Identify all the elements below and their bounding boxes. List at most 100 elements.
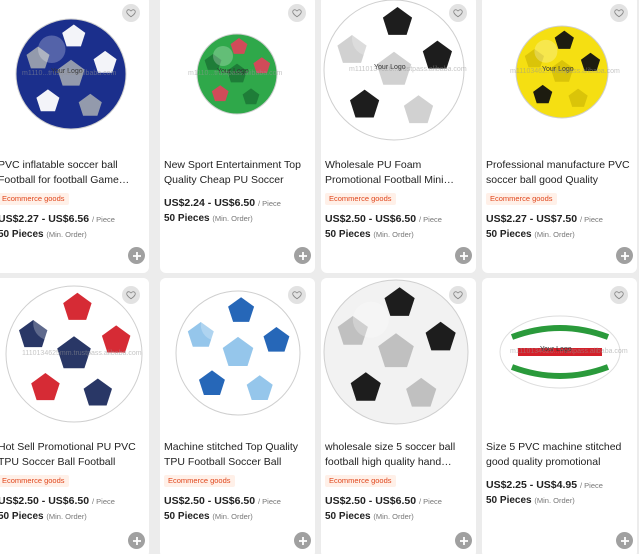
heart-icon[interactable]	[122, 286, 140, 304]
product-title[interactable]: PVC inflatable soccer ball Football for …	[0, 158, 145, 187]
price-value: US$2.50 - US$6.50	[0, 495, 90, 507]
price-value: US$2.27 - US$6.56	[0, 213, 90, 225]
product-image[interactable]: Your Logo m1110134620...trustpass.alibaba…	[321, 0, 476, 146]
heart-icon[interactable]	[122, 4, 140, 22]
moq-value: 50 Pieces	[164, 213, 210, 224]
price-unit: / Piece	[579, 215, 603, 224]
price-range: US$2.27 - US$7.50 / Piece	[486, 213, 633, 225]
min-order: 50 Pieces (Min. Order)	[486, 495, 633, 506]
price-range: US$2.50 - US$6.50 / Piece	[325, 495, 472, 507]
product-grid: Your Logo m1110...trustpass.alibaba.com PV…	[0, 0, 639, 554]
price-range: US$2.24 - US$6.50 / Piece	[164, 197, 311, 209]
min-order: 50 Pieces (Min. Order)	[325, 511, 472, 522]
price-unit: / Piece	[91, 215, 115, 224]
plus-icon[interactable]	[294, 532, 311, 549]
product-card[interactable]: Your Logo m11103462...trustpass.alibaba.c…	[482, 0, 637, 273]
price-value: US$2.50 - US$6.50	[325, 213, 417, 225]
plus-icon[interactable]	[128, 532, 145, 549]
ecommerce-badge: Ecommerce goods	[486, 193, 557, 205]
moq-unit: (Min. Order)	[534, 496, 575, 505]
product-image[interactable]	[160, 278, 315, 428]
product-image[interactable]: Your Logo m11103462...trustpass.alibaba.c…	[482, 0, 637, 146]
moq-unit: (Min. Order)	[373, 230, 414, 239]
ecommerce-badge: Ecommerce goods	[164, 475, 235, 487]
soccer-ball-image	[323, 0, 465, 141]
image-watermark: m1110...trustpass.alibaba.com	[188, 70, 283, 77]
price-value: US$2.50 - US$6.50	[325, 495, 417, 507]
moq-unit: (Min. Order)	[373, 512, 414, 521]
product-title[interactable]: Wholesale PU Foam Promotional Football M…	[325, 158, 472, 187]
min-order: 50 Pieces (Min. Order)	[325, 229, 472, 240]
min-order: 50 Pieces (Min. Order)	[164, 511, 311, 522]
product-card[interactable]: wholesale size 5 soccer ball football hi…	[321, 278, 476, 554]
min-order: 50 Pieces (Min. Order)	[0, 511, 145, 522]
moq-value: 50 Pieces	[325, 511, 371, 522]
product-title[interactable]: Professional manufacture PVC soccer ball…	[486, 158, 633, 187]
plus-icon[interactable]	[128, 247, 145, 264]
heart-icon[interactable]	[288, 286, 306, 304]
plus-icon[interactable]	[455, 247, 472, 264]
price-unit: / Piece	[418, 497, 442, 506]
heart-icon[interactable]	[610, 4, 628, 22]
price-unit: / Piece	[418, 215, 442, 224]
product-image[interactable]	[321, 278, 476, 428]
product-title[interactable]: Machine stitched Top Quality TPU Footbal…	[164, 440, 311, 469]
moq-value: 50 Pieces	[486, 229, 532, 240]
product-title[interactable]: Size 5 PVC machine stitched good quality…	[486, 440, 633, 469]
price-range: US$2.50 - US$6.50 / Piece	[325, 213, 472, 225]
plus-icon[interactable]	[616, 247, 633, 264]
moq-value: 50 Pieces	[0, 229, 44, 240]
image-watermark: m11103462...trustpass.alibaba.com	[510, 68, 620, 75]
plus-icon[interactable]	[294, 247, 311, 264]
ecommerce-badge: Ecommerce goods	[0, 475, 69, 487]
moq-unit: (Min. Order)	[46, 512, 87, 521]
heart-icon[interactable]	[288, 4, 306, 22]
moq-value: 50 Pieces	[486, 495, 532, 506]
product-image[interactable]: Your Logo m1110...trustpass.alibaba.com	[0, 0, 149, 146]
image-watermark: m1110...trustpass.alibaba.com	[22, 70, 117, 77]
product-card[interactable]: Your Logo m1110134620...trustpass.alibaba…	[321, 0, 476, 273]
product-title[interactable]: wholesale size 5 soccer ball football hi…	[325, 440, 472, 469]
product-title[interactable]: New Sport Entertainment Top Quality Chea…	[164, 158, 311, 187]
moq-value: 50 Pieces	[325, 229, 371, 240]
ecommerce-badge: Ecommerce goods	[325, 475, 396, 487]
image-watermark: 1110134625mm.trustpass.alibaba.com	[22, 350, 142, 357]
price-range: US$2.27 - US$6.56 / Piece	[0, 213, 145, 225]
product-card[interactable]: Machine stitched Top Quality TPU Footbal…	[160, 278, 315, 554]
price-unit: / Piece	[257, 497, 281, 506]
product-card[interactable]: Your Logo m1110...trustpass.alibaba.com Ne…	[160, 0, 315, 273]
ecommerce-badge: Ecommerce goods	[325, 193, 396, 205]
product-card[interactable]: Your Logo m1110...trustpass.alibaba.com PV…	[0, 0, 149, 273]
heart-icon[interactable]	[610, 286, 628, 304]
plus-icon[interactable]	[616, 532, 633, 549]
price-value: US$2.50 - US$6.50	[164, 495, 256, 507]
price-range: US$2.25 - US$4.95 / Piece	[486, 479, 633, 491]
moq-unit: (Min. Order)	[212, 512, 253, 521]
product-card[interactable]: 1110134625mm.trustpass.alibaba.com Hot Se…	[0, 278, 149, 554]
price-range: US$2.50 - US$6.50 / Piece	[164, 495, 311, 507]
price-unit: / Piece	[257, 199, 281, 208]
moq-unit: (Min. Order)	[46, 230, 87, 239]
plus-icon[interactable]	[455, 532, 472, 549]
moq-value: 50 Pieces	[0, 511, 44, 522]
price-unit: / Piece	[91, 497, 115, 506]
product-image[interactable]: Your Logo m1110...trustpass.alibaba.com	[160, 0, 315, 146]
price-unit: / Piece	[579, 481, 603, 490]
image-watermark: m1110134620...trustpass.alibaba.com	[349, 66, 467, 73]
heart-icon[interactable]	[449, 4, 467, 22]
price-value: US$2.25 - US$4.95	[486, 479, 578, 491]
heart-icon[interactable]	[449, 286, 467, 304]
moq-value: 50 Pieces	[164, 511, 210, 522]
price-value: US$2.24 - US$6.50	[164, 197, 256, 209]
ecommerce-badge: Ecommerce goods	[0, 193, 69, 205]
product-image[interactable]: Your Logo m1110134620...trustpass.alibaba…	[482, 278, 637, 428]
min-order: 50 Pieces (Min. Order)	[164, 213, 311, 224]
image-watermark: m1110134620...trustpass.alibaba.com	[510, 348, 628, 355]
moq-unit: (Min. Order)	[534, 230, 575, 239]
product-image[interactable]: 1110134625mm.trustpass.alibaba.com	[0, 278, 149, 428]
moq-unit: (Min. Order)	[212, 214, 253, 223]
min-order: 50 Pieces (Min. Order)	[486, 229, 633, 240]
product-title[interactable]: Hot Sell Promotional PU PVC TPU Soccer B…	[0, 440, 145, 469]
product-card[interactable]: Your Logo m1110134620...trustpass.alibaba…	[482, 278, 637, 554]
price-range: US$2.50 - US$6.50 / Piece	[0, 495, 145, 507]
